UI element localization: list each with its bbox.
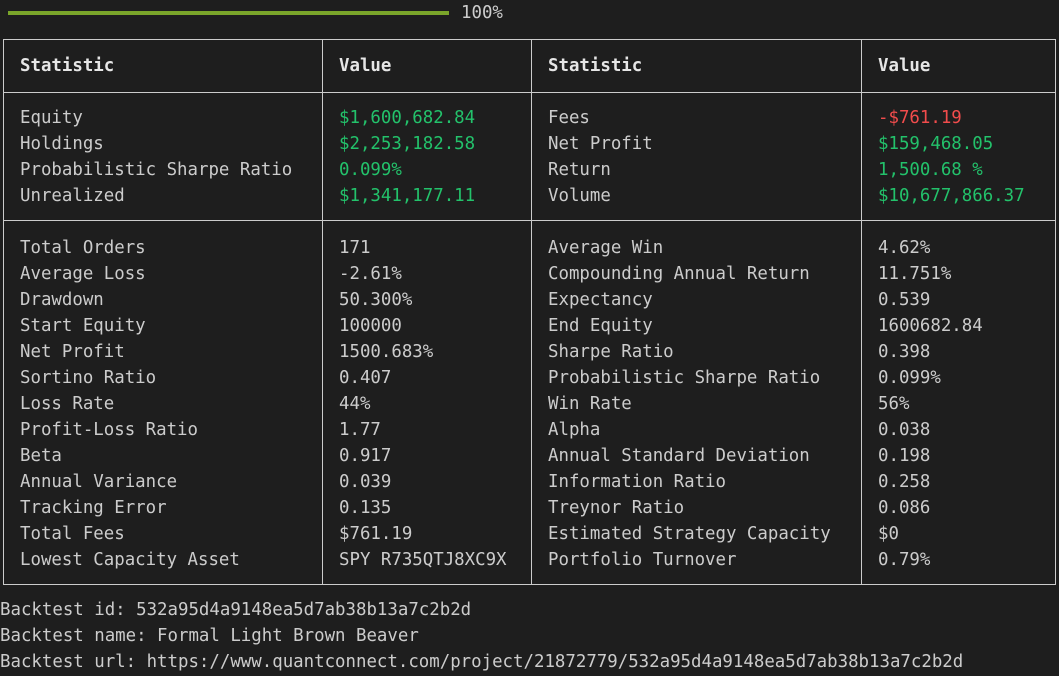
statistic-label: Annual Variance xyxy=(20,472,178,492)
statistic-value: -2.61% xyxy=(339,264,402,284)
statistic-value: SPY R735QTJ8XC9X xyxy=(339,550,507,570)
statistic-label: End Equity xyxy=(548,316,653,336)
statistic-label: Portfolio Turnover xyxy=(548,550,737,570)
statistic-label: Lowest Capacity Asset xyxy=(20,550,240,570)
statistic-label: Annual Standard Deviation xyxy=(548,446,810,466)
statistic-value: 0.099% xyxy=(878,368,941,388)
statistic-label: Beta xyxy=(20,446,62,466)
column-divider xyxy=(531,40,532,584)
summary-right-labels: Fees Net Profit Return Volume xyxy=(548,105,653,209)
progress-bar xyxy=(8,11,449,15)
statistics-table: Statistic Value Statistic Value Equity Ho… xyxy=(3,39,1056,585)
statistic-value: 0.398 xyxy=(878,342,931,362)
header-statistic-left: Statistic xyxy=(20,56,115,76)
summary-value: -$761.19 xyxy=(878,108,962,128)
stats-right-values: 4.62% 11.751% 0.539 1600682.84 0.398 0.099% 56… xyxy=(878,235,983,573)
statistic-value: 100000 xyxy=(339,316,402,336)
statistic-value: 0.539 xyxy=(878,290,931,310)
statistic-value: 1.77 xyxy=(339,420,381,440)
statistic-label: Net Profit xyxy=(20,342,125,362)
statistic-value: 1600682.84 xyxy=(878,316,983,336)
summary-label: Fees xyxy=(548,108,590,128)
statistic-label: Expectancy xyxy=(548,290,653,310)
statistic-value: 171 xyxy=(339,238,371,258)
summary-value: $1,600,682.84 xyxy=(339,108,476,128)
statistic-label: Profit-Loss Ratio xyxy=(20,420,198,440)
statistic-label: Compounding Annual Return xyxy=(548,264,810,284)
statistic-value: $0 xyxy=(878,524,899,544)
header-statistic-right: Statistic xyxy=(548,56,643,76)
statistic-value: 44% xyxy=(339,394,371,414)
header-divider xyxy=(4,92,1055,93)
statistic-value: 0.039 xyxy=(339,472,392,492)
backtest-url: Backtest url: https://www.quantconnect.c… xyxy=(0,652,964,672)
summary-left-values: $1,600,682.84 $2,253,182.58 0.099% $1,341,1… xyxy=(339,105,475,209)
statistic-value: 0.135 xyxy=(339,498,392,518)
backtest-info: Backtest id: 532a95d4a9148ea5d7ab38b13a7… xyxy=(0,597,963,675)
statistic-value: $761.19 xyxy=(339,524,413,544)
column-divider xyxy=(322,40,323,584)
summary-value: 0.099% xyxy=(339,160,402,180)
statistic-value: 0.038 xyxy=(878,420,931,440)
statistic-label: Estimated Strategy Capacity xyxy=(548,524,831,544)
summary-label: Net Profit xyxy=(548,134,653,154)
statistic-label: Tracking Error xyxy=(20,498,167,518)
stats-right-labels: Average Win Compounding Annual Return Expe… xyxy=(548,235,831,573)
statistic-value: 11.751% xyxy=(878,264,952,284)
stats-left-values: 171 -2.61% 50.300% 100000 1500.683% 0.407 44% 1… xyxy=(339,235,507,573)
statistic-value: 50.300% xyxy=(339,290,413,310)
summary-label: Holdings xyxy=(20,134,104,154)
header-value-right: Value xyxy=(878,56,931,76)
header-value-left: Value xyxy=(339,56,392,76)
summary-value: $1,341,177.11 xyxy=(339,186,476,206)
statistic-label: Drawdown xyxy=(20,290,104,310)
statistic-label: Total Orders xyxy=(20,238,146,258)
summary-right-values: -$761.19 $159,468.05 1,500.68 % $10,677,866… xyxy=(878,105,1025,209)
statistic-value: 0.407 xyxy=(339,368,392,388)
statistic-value: 4.62% xyxy=(878,238,931,258)
statistic-label: Sortino Ratio xyxy=(20,368,157,388)
statistic-value: 0.79% xyxy=(878,550,931,570)
progress-bar-fill xyxy=(8,11,449,15)
statistic-label: Average Loss xyxy=(20,264,146,284)
stats-left-labels: Total Orders Average Loss Drawdown Start Eq… xyxy=(20,235,240,573)
summary-value: $159,468.05 xyxy=(878,134,994,154)
statistic-label: Loss Rate xyxy=(20,394,115,414)
backtest-name: Backtest name: Formal Light Brown Beaver xyxy=(0,626,419,646)
statistic-label: Start Equity xyxy=(20,316,146,336)
backtest-id: Backtest id: 532a95d4a9148ea5d7ab38b13a7… xyxy=(0,600,472,620)
statistic-value: 56% xyxy=(878,394,910,414)
progress-percent: 100% xyxy=(461,3,503,23)
statistic-value: 1500.683% xyxy=(339,342,434,362)
statistic-label: Alpha xyxy=(548,420,601,440)
summary-value: $10,677,866.37 xyxy=(878,186,1025,206)
section-divider xyxy=(4,220,1055,221)
summary-label: Return xyxy=(548,160,611,180)
summary-left-labels: Equity Holdings Probabilistic Sharpe Ratio… xyxy=(20,105,292,209)
summary-label: Unrealized xyxy=(20,186,125,206)
statistic-label: Information Ratio xyxy=(548,472,726,492)
progress-row: 100% xyxy=(8,2,503,24)
statistic-value: 0.198 xyxy=(878,446,931,466)
summary-label: Volume xyxy=(548,186,611,206)
statistic-label: Probabilistic Sharpe Ratio xyxy=(548,368,821,388)
statistic-value: 0.917 xyxy=(339,446,392,466)
statistic-label: Sharpe Ratio xyxy=(548,342,674,362)
statistic-label: Total Fees xyxy=(20,524,125,544)
column-divider xyxy=(861,40,862,584)
summary-label: Equity xyxy=(20,108,83,128)
statistic-value: 0.086 xyxy=(878,498,931,518)
statistic-label: Average Win xyxy=(548,238,664,258)
summary-value: 1,500.68 % xyxy=(878,160,983,180)
statistic-label: Win Rate xyxy=(548,394,632,414)
statistic-label: Treynor Ratio xyxy=(548,498,685,518)
statistic-value: 0.258 xyxy=(878,472,931,492)
summary-value: $2,253,182.58 xyxy=(339,134,476,154)
summary-label: Probabilistic Sharpe Ratio xyxy=(20,160,293,180)
